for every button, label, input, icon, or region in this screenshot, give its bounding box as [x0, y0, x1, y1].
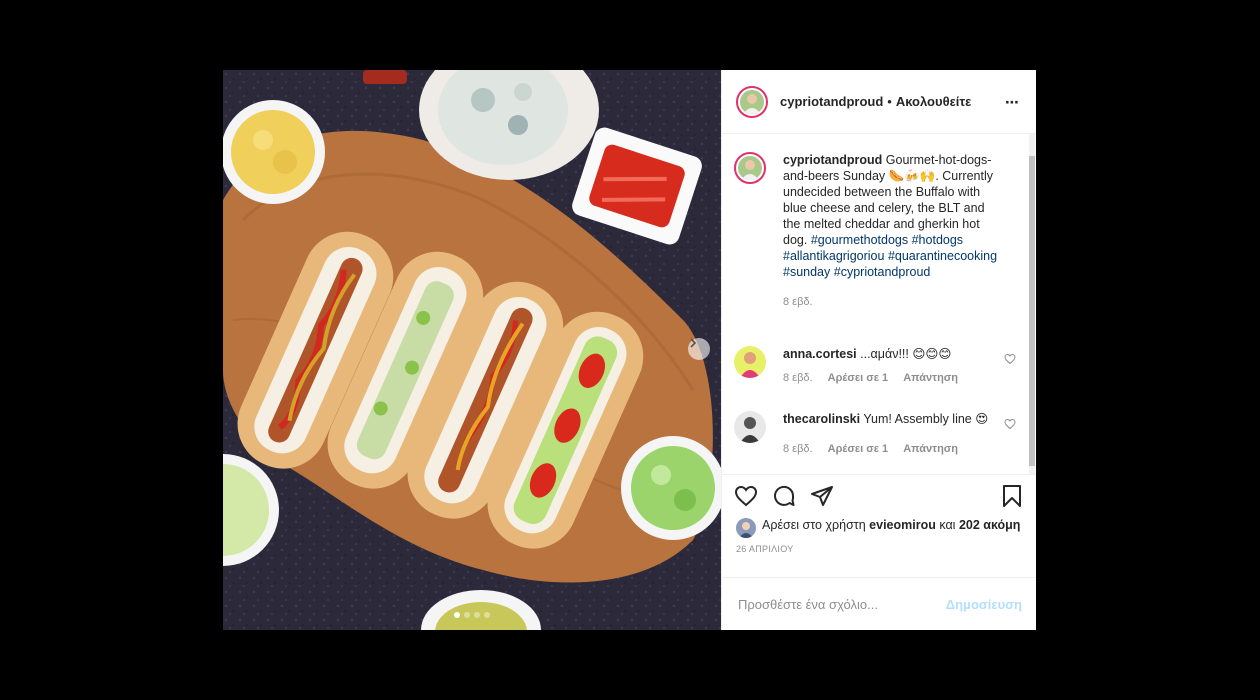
caption: cypriotandproud Gourmet-hot-dogs-and-bee…	[734, 152, 1020, 310]
comment-body: thecarolinski Yum! Assembly line 😍 8 εβδ…	[783, 411, 999, 457]
profile-photo-icon	[734, 411, 766, 443]
caption-username[interactable]: cypriotandproud	[783, 153, 882, 167]
hashtag-link[interactable]: #sunday	[783, 265, 830, 279]
post-side-panel: cypriotandproud • Ακολουθείτε ⋯ cypriota…	[721, 70, 1036, 630]
more-options-icon[interactable]: ⋯	[1005, 94, 1020, 111]
comment-likes[interactable]: Αρέσει σε 1	[828, 443, 889, 455]
comment-text: ...αμάν!!! 😊😊😊	[860, 347, 952, 361]
comment-body: anna.cortesi ...αμάν!!! 😊😊😊 8 εβδ. Αρέσε…	[783, 346, 999, 386]
comment-likes[interactable]: Αρέσει σε 1	[828, 372, 889, 384]
likes-middle: και	[939, 518, 956, 532]
comment-item: thecarolinski Yum! Assembly line 😍 8 εβδ…	[734, 411, 1020, 457]
liker-avatar[interactable]	[736, 518, 756, 538]
add-comment-bar: Δημοσίευση	[722, 577, 1036, 630]
comment-meta: 8 εβδ. Αρέσει σε 1 Απάντηση	[783, 370, 999, 386]
reply-button[interactable]: Απάντηση	[903, 372, 958, 384]
scrollbar-thumb[interactable]	[1029, 156, 1035, 466]
author-username[interactable]: cypriotandproud	[780, 94, 883, 109]
heart-outline-icon	[1004, 353, 1016, 365]
post-actions	[722, 475, 1036, 517]
save-button[interactable]	[1000, 484, 1024, 513]
profile-photo-icon	[740, 89, 764, 114]
like-comment-button[interactable]	[1004, 352, 1016, 370]
paper-plane-icon	[811, 486, 833, 506]
heart-outline-icon	[1004, 418, 1016, 430]
comment-username[interactable]: thecarolinski	[783, 412, 860, 426]
chevron-right-icon	[690, 338, 697, 348]
post-comment-button[interactable]: Δημοσίευση	[946, 597, 1022, 612]
post-date[interactable]: 26 ΑΠΡΙΛΙΟΥ	[722, 538, 1036, 554]
comment-meta: 8 εβδ. Αρέσει σε 1 Απάντηση	[783, 441, 999, 457]
commenter-avatar[interactable]	[734, 411, 766, 443]
carousel-dot	[484, 612, 490, 618]
comments-scrollbar[interactable]	[1029, 134, 1035, 474]
header-separator: •	[887, 94, 892, 109]
likes-text: Αρέσει στο χρήστη evieomirou και 202 ακό…	[762, 517, 1020, 538]
hashtag-link[interactable]: #cypriotandproud	[834, 265, 931, 279]
profile-photo-icon	[736, 518, 756, 538]
comment-button[interactable]	[772, 484, 796, 508]
like-comment-button[interactable]	[1004, 417, 1016, 435]
profile-photo-icon	[734, 346, 766, 378]
bookmark-icon	[1003, 485, 1021, 507]
caption-body: cypriotandproud Gourmet-hot-dogs-and-bee…	[783, 152, 999, 310]
caption-time[interactable]: 8 εβδ.	[783, 296, 813, 308]
post-header: cypriotandproud • Ακολουθείτε ⋯	[722, 70, 1036, 134]
reply-button[interactable]: Απάντηση	[903, 443, 958, 455]
carousel-dot	[454, 612, 460, 618]
share-button[interactable]	[810, 484, 834, 508]
profile-photo-icon	[738, 156, 762, 180]
likes-summary: Αρέσει στο χρήστη evieomirou και 202 ακό…	[722, 517, 1036, 538]
hotdog-photo	[223, 70, 721, 630]
comments-section: cypriotandproud Gourmet-hot-dogs-and-bee…	[722, 134, 1036, 475]
comment-item: anna.cortesi ...αμάν!!! 😊😊😊 8 εβδ. Αρέσε…	[734, 346, 1020, 386]
comment-input[interactable]	[736, 595, 946, 613]
caption-avatar[interactable]	[734, 152, 766, 184]
carousel-next-button[interactable]	[688, 338, 710, 360]
following-label[interactable]: Ακολουθείτε	[896, 94, 972, 109]
comment-username[interactable]: anna.cortesi	[783, 347, 857, 361]
caption-meta: 8 εβδ.	[783, 294, 999, 310]
carousel-dot	[464, 612, 470, 618]
comment-text: Yum! Assembly line 😍	[863, 412, 989, 426]
commenter-avatar[interactable]	[734, 346, 766, 378]
comment-time[interactable]: 8 εβδ.	[783, 372, 813, 384]
carousel-dot	[474, 612, 480, 618]
hashtag-link[interactable]: #quarantinecooking	[888, 249, 997, 263]
likes-count[interactable]: 202 ακόμη	[959, 518, 1021, 532]
post-modal: cypriotandproud • Ακολουθείτε ⋯ cypriota…	[223, 70, 1036, 630]
like-button[interactable]	[734, 484, 758, 508]
likes-prefix: Αρέσει στο χρήστη	[762, 518, 866, 532]
comment-time[interactable]: 8 εβδ.	[783, 443, 813, 455]
carousel-dots	[223, 612, 721, 618]
hashtag-link[interactable]: #allantikagrigoriou	[783, 249, 884, 263]
hashtag-link[interactable]: #gourmethotdogs	[811, 233, 908, 247]
liker-username[interactable]: evieomirou	[869, 518, 936, 532]
comment-bubble-icon	[774, 485, 795, 506]
author-avatar[interactable]	[736, 85, 768, 118]
hashtag-link[interactable]: #hotdogs	[912, 233, 963, 247]
post-image[interactable]	[223, 70, 721, 630]
heart-icon	[734, 485, 758, 507]
